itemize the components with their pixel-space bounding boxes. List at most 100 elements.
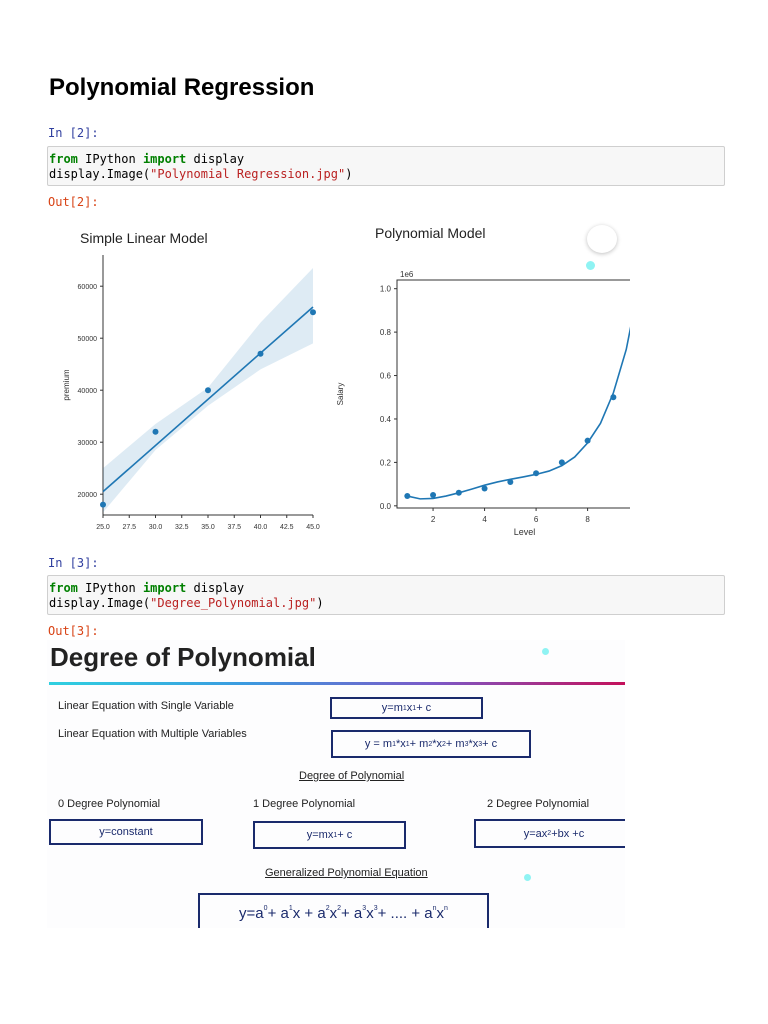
- equation-part: + c: [482, 738, 498, 750]
- code-keyword: from: [49, 152, 78, 166]
- code-text: IPython: [77, 581, 143, 595]
- data-point: [257, 350, 264, 357]
- data-point: [533, 470, 540, 477]
- equation-part: y=m: [381, 702, 403, 714]
- x-tick-label: 25.0: [96, 524, 110, 531]
- overlay-circle: [587, 225, 617, 253]
- equation-part: + m: [445, 738, 465, 750]
- y-tick-label: 0.8: [380, 328, 392, 337]
- output-prompt: Out[3]:: [48, 624, 99, 638]
- data-point: [584, 437, 591, 444]
- x-tick-label: 45.0: [306, 524, 320, 531]
- deg0-equation: y=constant: [49, 819, 203, 845]
- code-string: "Polynomial Regression.jpg": [150, 167, 346, 181]
- multi-variable-label: Linear Equation with Multiple Variables: [58, 728, 247, 740]
- equation-part: +bx +c: [551, 827, 585, 840]
- y-axis-label: premium: [62, 369, 71, 400]
- x-tick-label: 40.0: [254, 524, 268, 531]
- y-tick-label: 30000: [78, 440, 98, 447]
- data-point: [430, 491, 437, 498]
- code-text: display.Image(: [49, 167, 151, 181]
- equation-part: y=constant: [99, 826, 153, 838]
- code-text: display: [186, 152, 245, 166]
- input-prompt: In [2]:: [48, 126, 99, 140]
- code-text: display.Image(: [49, 596, 151, 610]
- x-tick-label: 8: [585, 515, 590, 524]
- data-point: [507, 478, 514, 485]
- general-heading: Generalized Polynomial Equation: [265, 867, 428, 879]
- equation-part: + a: [341, 905, 363, 922]
- code-keyword: from: [49, 581, 78, 595]
- equation-part: n: [444, 905, 448, 912]
- code-cell[interactable]: from IPython import display display.Imag…: [47, 146, 725, 186]
- single-variable-equation: y=m 1 x1 + c: [330, 697, 483, 719]
- equation-part: x: [436, 905, 445, 922]
- linear-model-chart: Simple Linear Model 25.0 27.5 30.0 32.5 35.0 3…: [62, 230, 320, 531]
- deg2-equation: y=ax 2 +bx +c: [474, 819, 625, 848]
- single-variable-label: Linear Equation with Single Variable: [58, 700, 234, 712]
- data-point: [205, 387, 211, 394]
- slide-title: Degree of Polynomial: [50, 642, 316, 672]
- polynomial-model-chart: Polynomial Model2468100.00.20.40.60.81.0…: [336, 225, 630, 535]
- cursor-highlight: [524, 874, 531, 881]
- equation-part: *x: [395, 738, 406, 750]
- cursor-highlight: [586, 261, 595, 270]
- code-text: ): [345, 167, 353, 181]
- y-tick-label: 0.4: [380, 415, 392, 424]
- code-keyword: import: [142, 581, 187, 595]
- deg1-label: 1 Degree Polynomial: [253, 798, 356, 810]
- y-axis-label: Salary: [336, 383, 345, 406]
- code-string: "Degree_Polynomial.jpg": [150, 596, 317, 610]
- chart-title: Polynomial Model: [375, 225, 486, 241]
- y-tick-label: 60000: [78, 284, 98, 291]
- equation-part: + c: [416, 702, 432, 714]
- plot-frame: [396, 279, 630, 509]
- code-text: IPython: [77, 152, 143, 166]
- equation-part: + m: [409, 738, 429, 750]
- x-tick-label: 4: [482, 515, 487, 524]
- degree-heading: Degree of Polynomial: [299, 770, 405, 782]
- equation-part: x: [366, 905, 374, 922]
- data-point: [310, 309, 316, 316]
- y-tick-label: 0.0: [380, 502, 392, 511]
- output-image-regression: Simple Linear Model 25.0 27.5 30.0 32.5 35.0 3…: [47, 215, 630, 535]
- code-text: display: [186, 581, 245, 595]
- code-text: ): [316, 596, 324, 610]
- data-point: [610, 394, 617, 401]
- axis-offset-label: 1e6: [400, 270, 414, 279]
- input-prompt: In [3]:: [48, 556, 99, 570]
- equation-part: x + a: [292, 905, 326, 922]
- data-point: [455, 489, 462, 496]
- x-tick-label: 30.0: [149, 524, 163, 531]
- data-point: [404, 493, 411, 500]
- deg0-label: 0 Degree Polynomial: [58, 798, 161, 810]
- y-tick-label: 50000: [78, 336, 98, 343]
- x-tick-label: 6: [534, 515, 539, 524]
- y-tick-label: 20000: [78, 492, 98, 499]
- data-point: [152, 428, 159, 435]
- equation-part: y=ax: [523, 827, 548, 840]
- y-tick-label: 0.2: [380, 458, 392, 467]
- y-tick-label: 0.6: [380, 372, 392, 381]
- fit-line: [407, 326, 630, 500]
- y-tick-label: 1.0: [380, 285, 392, 294]
- code-keyword: import: [142, 152, 187, 166]
- data-point: [100, 501, 106, 508]
- x-tick-label: 35.0: [201, 524, 215, 531]
- x-tick-label: 37.5: [227, 524, 241, 531]
- cursor-highlight: [542, 648, 549, 655]
- equation-part: + .... + a: [377, 905, 433, 922]
- equation-part: + a: [267, 905, 289, 922]
- data-point: [481, 485, 488, 492]
- multi-variable-equation: y = m 1 *x 1 + m 2 *x 2 + m 3 *x 3 + c: [331, 730, 531, 758]
- equation-part: y=a: [239, 905, 264, 922]
- equation-part: *x: [468, 738, 479, 750]
- code-cell[interactable]: from IPython import display display.Imag…: [47, 575, 725, 615]
- fit-line: [102, 306, 314, 493]
- y-tick-label: 40000: [78, 388, 98, 395]
- x-tick-label: 27.5: [122, 524, 136, 531]
- equation-part: x: [329, 905, 338, 922]
- general-equation: y=a 0 + a1 x + a2 x2 + a3 x3 + .... + an …: [198, 893, 489, 928]
- x-axis-label: Level: [514, 527, 536, 535]
- deg2-label: 2 Degree Polynomial: [487, 798, 590, 810]
